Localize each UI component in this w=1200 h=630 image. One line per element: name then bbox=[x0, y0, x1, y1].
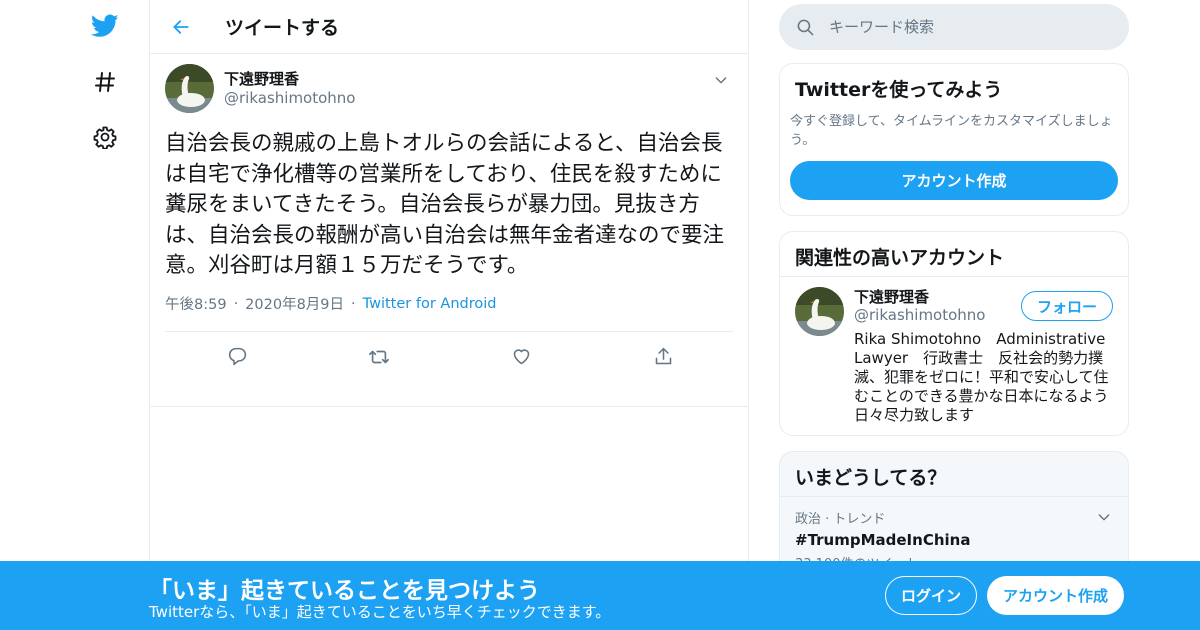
chevron-down-icon[interactable] bbox=[1092, 505, 1116, 529]
main-header: ツイートする bbox=[150, 0, 748, 54]
related-accounts-card: 関連性の高いアカウント 下遠野理香 @rikashimotohno フォロー R… bbox=[779, 231, 1129, 436]
related-user: 下遠野理香 @rikashimotohno フォロー Rika Shimotoh… bbox=[780, 277, 1128, 435]
share-icon[interactable] bbox=[651, 345, 675, 369]
tweet-author-handle[interactable]: @rikashimotohno bbox=[224, 89, 355, 107]
gear-icon[interactable] bbox=[90, 122, 120, 152]
twitter-logo-icon[interactable] bbox=[90, 11, 120, 41]
page-title: ツイートする bbox=[225, 17, 340, 39]
related-user-bio: Rika Shimotohno Administrative Lawyer 行政… bbox=[854, 330, 1109, 424]
related-card-title: 関連性の高いアカウント bbox=[780, 232, 1128, 277]
search-input[interactable] bbox=[829, 18, 1109, 36]
left-nav bbox=[80, 0, 130, 630]
bottom-bar-title: 「いま」起きていることを見つけよう bbox=[149, 578, 540, 604]
meta-separator: · bbox=[233, 295, 239, 312]
avatar[interactable] bbox=[165, 64, 214, 113]
like-icon[interactable] bbox=[509, 345, 533, 369]
meta-separator: · bbox=[351, 295, 356, 312]
search-icon bbox=[795, 17, 815, 37]
signup-card-description: 今すぐ登録して、タイムラインをカスタマイズしましょう。 bbox=[790, 114, 1113, 148]
bottom-bar-subtitle: Twitterなら、「いま」起きていることをいち早くチェックできます。 bbox=[149, 603, 611, 621]
retweet-icon[interactable] bbox=[367, 345, 391, 369]
create-account-button[interactable]: アカウント作成 bbox=[987, 576, 1124, 615]
trend-name: #TrumpMadeInChina bbox=[795, 531, 971, 549]
tweet-meta: 午後8:59 · 2020年8月9日 · Twitter for Android bbox=[165, 292, 733, 316]
search-bar bbox=[779, 4, 1129, 50]
avatar[interactable] bbox=[795, 287, 844, 336]
signup-card: Twitterを使ってみよう 今すぐ登録して、タイムラインをカスタマイズしましょ… bbox=[779, 63, 1129, 216]
page: ツイートする 下遠野理香 @rikashimotohno 自治会長の親戚の上島ト… bbox=[0, 0, 1200, 630]
tweet-source-link[interactable]: Twitter for Android bbox=[363, 296, 497, 312]
signup-card-title: Twitterを使ってみよう bbox=[795, 79, 1003, 101]
login-button[interactable]: ログイン bbox=[885, 576, 977, 615]
tweet-time[interactable]: 午後8:59 bbox=[165, 293, 227, 314]
tweet-author-name[interactable]: 下遠野理香 bbox=[224, 68, 299, 89]
related-user-handle[interactable]: @rikashimotohno bbox=[854, 306, 985, 324]
hashtag-icon[interactable] bbox=[90, 67, 120, 97]
back-arrow-icon[interactable] bbox=[166, 12, 196, 42]
create-account-button[interactable]: アカウント作成 bbox=[790, 161, 1118, 200]
reply-icon[interactable] bbox=[225, 345, 249, 369]
tweet-text: 自治会長の親戚の上島トオルらの会話によると、自治会長は自宅で浄化槽等の営業所をし… bbox=[165, 131, 725, 278]
main-column: ツイートする 下遠野理香 @rikashimotohno 自治会長の親戚の上島ト… bbox=[149, 0, 749, 630]
tweet-actions bbox=[165, 332, 733, 380]
follow-button[interactable]: フォロー bbox=[1021, 291, 1113, 321]
trend-category: 政治 · トレンド bbox=[795, 512, 886, 527]
tweet-header: 下遠野理香 @rikashimotohno bbox=[165, 64, 733, 114]
chevron-down-icon[interactable] bbox=[709, 68, 733, 92]
related-user-name[interactable]: 下遠野理香 bbox=[854, 286, 929, 307]
tweet-date[interactable]: 2020年8月9日 bbox=[245, 293, 344, 314]
right-sidebar: Twitterを使ってみよう 今すぐ登録して、タイムラインをカスタマイズしましょ… bbox=[779, 0, 1129, 630]
tweet: 下遠野理香 @rikashimotohno 自治会長の親戚の上島トオルらの会話に… bbox=[150, 54, 748, 407]
trends-card-title: いまどうしてる？ bbox=[780, 452, 1128, 497]
bottom-signup-bar: 「いま」起きていることを見つけよう Twitterなら、「いま」起きていることを… bbox=[0, 561, 1200, 630]
